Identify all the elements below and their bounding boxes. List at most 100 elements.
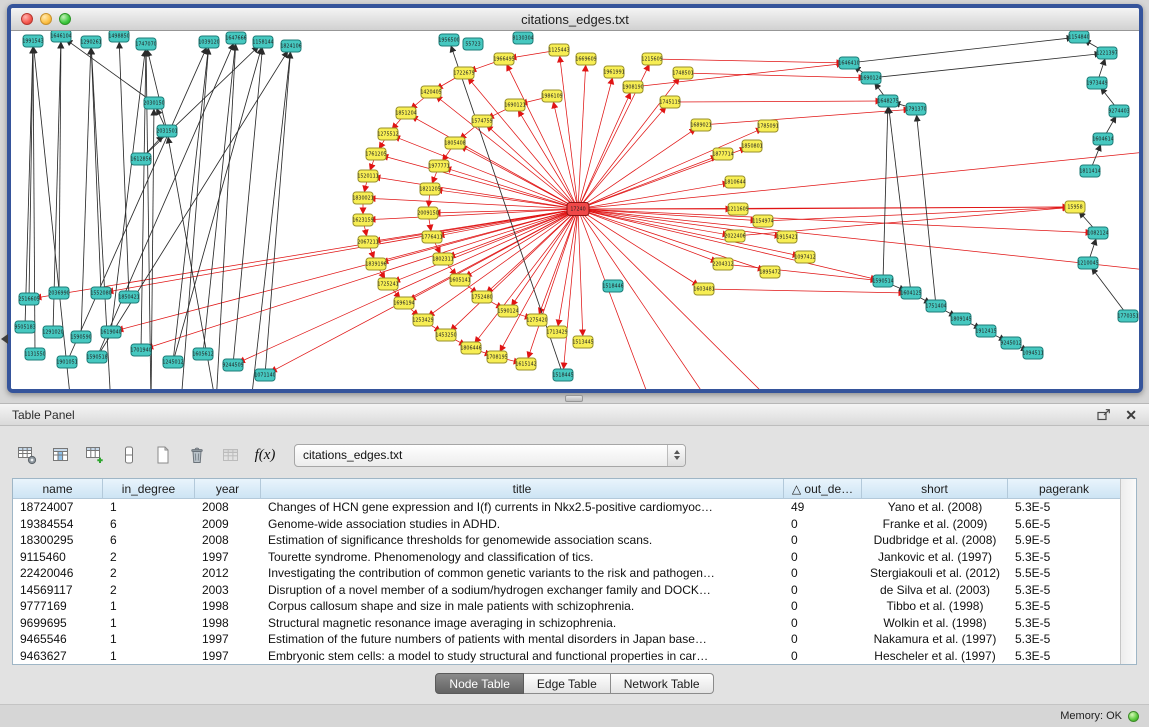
close-window-icon[interactable] <box>21 13 33 25</box>
column-header-year[interactable]: year <box>195 479 261 498</box>
graph-node[interactable]: 1669609 <box>575 53 596 65</box>
graph-node[interactable]: 1082124 <box>1087 227 1108 239</box>
graph-node[interactable]: 1648275 <box>877 95 898 107</box>
column-header-short[interactable]: short <box>862 479 1008 498</box>
graph-node[interactable]: 1802311 <box>432 253 453 265</box>
graph-node[interactable]: 1991543 <box>22 35 43 47</box>
graph-node[interactable]: 1590518 <box>86 351 107 363</box>
graph-node[interactable]: 2067211 <box>357 236 378 248</box>
graph-node[interactable]: 1154974 <box>752 215 773 227</box>
graph-node[interactable]: 1966495 <box>493 53 514 65</box>
graph-node[interactable]: 1605141 <box>449 274 470 286</box>
graph-node[interactable]: 2009150 <box>417 207 438 219</box>
table-row[interactable]: 977716911998Corpus callosum shape and si… <box>13 598 1120 615</box>
graph-node[interactable]: 1158144 <box>252 36 273 48</box>
graph-node[interactable]: 1722679 <box>453 67 474 79</box>
graph-node[interactable]: 1961991 <box>603 66 624 78</box>
table-scrollbar[interactable] <box>1120 479 1136 664</box>
graph-node[interactable]: 1154840 <box>1068 31 1089 43</box>
table-row[interactable]: 911546021997Tourette syndrome. Phenomeno… <box>13 549 1120 566</box>
show-columns-button[interactable] <box>46 442 76 468</box>
zoom-window-icon[interactable] <box>59 13 71 25</box>
close-panel-icon[interactable]: ✕ <box>1125 408 1137 422</box>
delete-table-button[interactable] <box>182 442 212 468</box>
graph-node[interactable]: 1498850 <box>108 31 129 42</box>
graph-node[interactable]: 1809145 <box>950 313 971 325</box>
network-window-titlebar[interactable]: citations_edges.txt <box>11 8 1139 31</box>
float-panel-icon[interactable] <box>1097 408 1111 421</box>
graph-node[interactable]: 2031501 <box>156 125 177 137</box>
graph-node[interactable]: 1696194 <box>393 297 414 309</box>
graph-node[interactable]: 1518446 <box>602 280 623 292</box>
graph-node[interactable]: 55723 <box>463 38 483 50</box>
table-row[interactable]: 1456911722003Disruption of a novel membe… <box>13 582 1120 599</box>
graph-node[interactable]: 1748501 <box>672 67 693 79</box>
graph-node[interactable]: 1590590 <box>70 331 91 343</box>
graph-node[interactable]: 9505183 <box>14 321 35 333</box>
graph-node[interactable]: 1221397 <box>1096 47 1117 59</box>
network-graph[interactable]: 1724011254431966495172267914204051851204… <box>11 31 1139 389</box>
graph-node[interactable]: 1291020 <box>42 326 63 338</box>
graph-node[interactable]: 1713429 <box>546 326 567 338</box>
graph-node[interactable]: 1791370 <box>905 103 926 115</box>
graph-node[interactable]: 1850421 <box>118 291 139 303</box>
table-row[interactable]: 946554611997Estimation of the future num… <box>13 631 1120 648</box>
column-header-out_degree[interactable]: △ out_de… <box>784 479 862 498</box>
graph-node[interactable]: 2204312 <box>712 258 733 270</box>
graph-node[interactable]: 1806446 <box>460 342 481 354</box>
tab-node-table[interactable]: Node Table <box>435 673 524 694</box>
graph-node[interactable]: 1623159 <box>352 214 373 226</box>
graph-node[interactable]: 2036990 <box>48 287 69 299</box>
graph-node[interactable]: 15958 <box>1065 201 1085 213</box>
graph-node[interactable]: 1590124 <box>497 305 518 317</box>
graph-node[interactable]: 1745119 <box>659 96 680 108</box>
row-mode-button[interactable] <box>114 442 144 468</box>
graph-node[interactable]: 1210045 <box>1077 257 1098 269</box>
graph-node[interactable]: 1776411 <box>421 231 442 243</box>
new-table-button[interactable] <box>148 442 178 468</box>
graph-node[interactable]: 1290261 <box>80 36 101 48</box>
graph-node[interactable]: 1824106 <box>280 40 301 52</box>
graph-node[interactable]: 2022406 <box>724 230 745 242</box>
graph-node[interactable]: 1215609 <box>641 53 662 65</box>
graph-node[interactable]: 1785091 <box>757 120 778 132</box>
table-selector-dropdown[interactable]: citations_edges.txt <box>294 444 686 467</box>
graph-node[interactable]: 2030150 <box>143 97 164 109</box>
graph-node[interactable]: 1646104 <box>50 31 71 42</box>
graph-node[interactable]: 1915421 <box>776 231 797 243</box>
graph-node[interactable]: 1770351 <box>1117 310 1138 322</box>
graph-node[interactable]: 1811414 <box>1079 165 1100 177</box>
graph-node[interactable]: 1830021 <box>352 192 373 204</box>
graph-node[interactable]: 1747070 <box>135 38 156 50</box>
graph-node[interactable]: 1761205 <box>365 148 386 160</box>
graph-node[interactable]: 9244509 <box>222 359 243 371</box>
graph-node[interactable]: 1810644 <box>724 176 745 188</box>
table-row[interactable]: 969969511998Structural magnetic resonanc… <box>13 615 1120 632</box>
graph-node[interactable]: 1751404 <box>925 300 946 312</box>
column-header-title[interactable]: title <box>261 479 784 498</box>
graph-node[interactable]: 1912415 <box>975 325 996 337</box>
graph-node[interactable]: 1908190 <box>622 81 643 93</box>
graph-node[interactable]: 1956500 <box>438 34 459 46</box>
table-row[interactable]: 1872400712008Changes of HCN gene express… <box>13 499 1120 516</box>
graph-node[interactable]: 1125443 <box>548 44 569 56</box>
graph-node[interactable]: 1851204 <box>395 107 416 119</box>
graph-node[interactable]: 1518445 <box>552 369 573 381</box>
import-table-button[interactable] <box>216 442 246 468</box>
graph-node[interactable]: 1839196 <box>365 258 386 270</box>
graph-node[interactable]: 1708195 <box>486 351 507 363</box>
graph-node[interactable]: 1690124 <box>860 72 881 84</box>
table-row[interactable]: 946362711997Embryonic stem cells: a mode… <box>13 648 1120 665</box>
graph-node[interactable]: 1615142 <box>515 358 536 370</box>
graph-node[interactable]: 1604125 <box>900 287 921 299</box>
graph-node[interactable]: 1805408 <box>444 137 465 149</box>
graph-node[interactable]: 1590514 <box>872 275 893 287</box>
column-header-in_degree[interactable]: in_degree <box>103 479 195 498</box>
graph-node[interactable]: 1097412 <box>794 251 815 263</box>
tab-edge-table[interactable]: Edge Table <box>524 673 611 694</box>
graph-node[interactable]: 1619040 <box>100 326 121 338</box>
graph-node[interactable]: 1071140 <box>254 369 275 381</box>
graph-node[interactable]: 1646410 <box>838 57 859 69</box>
graph-node[interactable]: 1973449 <box>1086 77 1107 89</box>
graph-node[interactable]: 1453250 <box>435 329 456 341</box>
